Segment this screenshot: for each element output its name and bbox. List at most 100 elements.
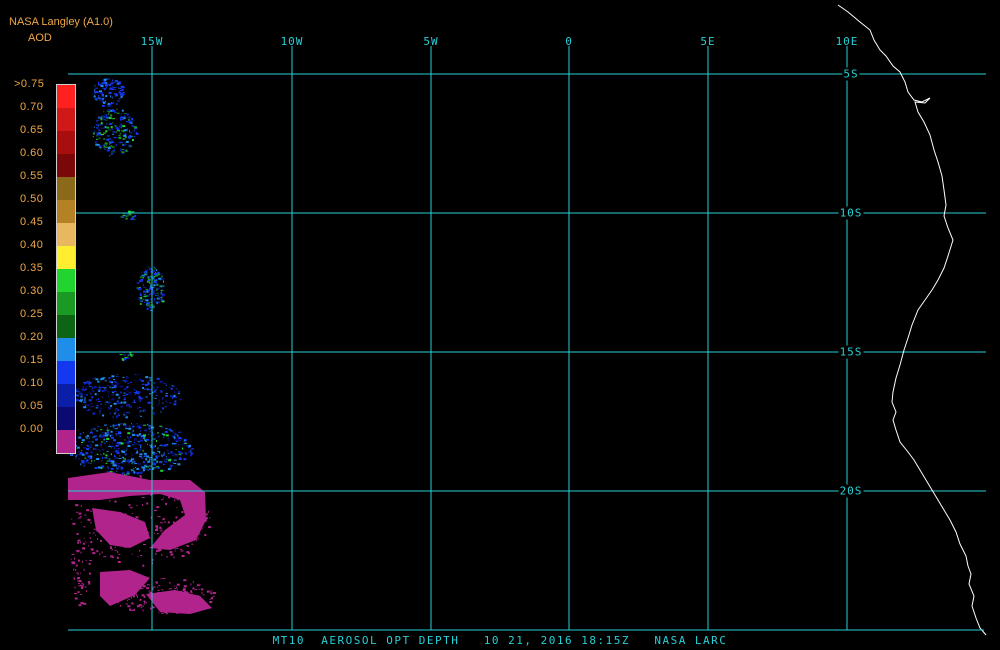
aod-pixel bbox=[113, 131, 116, 134]
aod-pixel bbox=[156, 405, 159, 406]
aod-pixel bbox=[187, 503, 190, 505]
aod-pixel bbox=[141, 274, 145, 276]
aod-pixel bbox=[122, 376, 125, 378]
aod-pixel bbox=[196, 539, 198, 542]
aod-pixel bbox=[118, 448, 120, 450]
aod-pixel bbox=[91, 459, 93, 462]
aod-pixel bbox=[146, 301, 148, 304]
aod-pixel bbox=[91, 445, 93, 448]
legend-swatch bbox=[57, 177, 75, 200]
aod-pixel bbox=[139, 294, 142, 296]
aod-pixel bbox=[139, 450, 141, 452]
aod-pixel bbox=[125, 450, 127, 452]
aod-pixel bbox=[172, 495, 175, 498]
aod-pixel bbox=[194, 497, 196, 500]
aod-pixel bbox=[80, 584, 82, 586]
aod-pixel bbox=[98, 125, 100, 127]
aod-pixel bbox=[162, 578, 166, 580]
aod-pixel bbox=[142, 449, 144, 452]
aod-pixel bbox=[115, 393, 119, 396]
aod-pixel bbox=[183, 440, 186, 442]
aod-pixel bbox=[109, 122, 111, 124]
aod-pixel bbox=[123, 93, 125, 95]
aod-pixel bbox=[114, 127, 116, 129]
aod-pixel bbox=[94, 551, 96, 553]
aod-pixel bbox=[81, 444, 83, 446]
aod-pixel bbox=[117, 463, 121, 465]
aod-pixel bbox=[131, 424, 134, 427]
aod-pixel bbox=[183, 585, 187, 588]
aod-pixel bbox=[143, 586, 145, 588]
aod-pixel bbox=[181, 555, 185, 557]
aod-pixel bbox=[153, 273, 157, 275]
aod-pixel bbox=[162, 454, 165, 456]
aod-pixel bbox=[105, 119, 108, 121]
aod-pixel bbox=[85, 436, 88, 438]
aod-pixel bbox=[150, 390, 151, 392]
aod-pixel bbox=[90, 451, 93, 454]
aod-pixel bbox=[78, 450, 80, 453]
aod-pixel bbox=[96, 127, 98, 129]
aod-pixel bbox=[143, 480, 146, 483]
aod-pixel bbox=[167, 440, 170, 442]
longitude-label: 10E bbox=[835, 35, 859, 48]
aod-pixel bbox=[193, 512, 197, 514]
aod-pixel bbox=[140, 436, 144, 439]
aod-pixel bbox=[78, 604, 82, 607]
aod-pixel bbox=[100, 434, 102, 436]
aod-pixel bbox=[101, 386, 105, 388]
aod-pixel bbox=[102, 79, 104, 81]
aod-pixel bbox=[146, 584, 150, 586]
aod-pixel bbox=[129, 353, 132, 356]
aod-pixel bbox=[96, 132, 100, 135]
aod-pixel bbox=[119, 88, 122, 89]
aod-pixel bbox=[179, 518, 181, 520]
aod-pixel bbox=[207, 510, 209, 513]
aod-pixel bbox=[154, 268, 156, 270]
aod-pixel bbox=[134, 439, 137, 442]
aod-pixel bbox=[88, 391, 90, 393]
aod-pixel bbox=[126, 473, 130, 475]
aod-pixel bbox=[164, 406, 167, 408]
aod-pixel bbox=[150, 284, 152, 286]
aod-pixel bbox=[147, 401, 151, 404]
aod-pixel bbox=[160, 293, 164, 295]
aod-pixel bbox=[101, 82, 105, 85]
aod-pixel bbox=[161, 432, 163, 435]
aod-pixel bbox=[122, 460, 126, 463]
aod-pixel bbox=[190, 592, 193, 594]
aod-pixel bbox=[157, 467, 160, 470]
aod-pixel bbox=[117, 431, 121, 434]
aod-pixel bbox=[139, 493, 141, 496]
aod-pixel bbox=[129, 406, 132, 408]
aod-pixel bbox=[156, 533, 159, 535]
aod-pixel bbox=[182, 447, 183, 450]
aod-pixel bbox=[120, 123, 122, 126]
aod-pixel bbox=[104, 389, 107, 392]
aod-pixel bbox=[123, 354, 127, 356]
aod-pixel bbox=[89, 537, 91, 540]
legend-swatch bbox=[57, 200, 75, 223]
aod-pixel bbox=[201, 591, 203, 594]
aod-pixel bbox=[96, 491, 98, 494]
aod-pixel bbox=[192, 587, 195, 590]
aod-pixel bbox=[87, 518, 91, 521]
aod-pixel bbox=[131, 472, 134, 474]
aod-pixel bbox=[163, 280, 164, 283]
aod-pixel bbox=[129, 130, 131, 133]
aod-pixel bbox=[93, 461, 95, 464]
aod-pixel bbox=[120, 113, 122, 116]
aod-pixel bbox=[109, 521, 112, 524]
aod-pixel bbox=[98, 117, 100, 119]
aod-pixel bbox=[113, 385, 117, 387]
aod-pixel bbox=[153, 382, 156, 384]
aod-pixel bbox=[137, 407, 139, 409]
aod-pixel bbox=[168, 459, 172, 462]
aod-pixel bbox=[181, 595, 185, 597]
aod-pixel bbox=[99, 450, 101, 452]
aod-pixel bbox=[83, 542, 86, 545]
aod-pixel bbox=[118, 136, 122, 139]
aod-pixel bbox=[139, 303, 142, 305]
aod-pixel bbox=[168, 582, 171, 584]
aod-pixel bbox=[156, 460, 159, 463]
